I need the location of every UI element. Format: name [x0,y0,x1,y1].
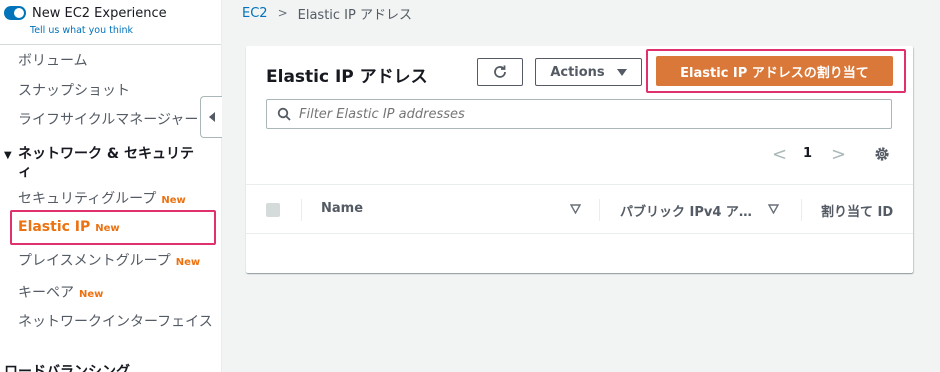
new-badge: New [161,195,186,206]
new-badge: New [79,289,104,300]
new-experience-toggle[interactable]: New EC2 Experience [4,4,167,22]
filter-input[interactable] [299,106,859,122]
chevron-right-icon[interactable]: > [831,144,846,165]
section-header-label: ネットワーク & セキュリティ [18,146,194,180]
sidebar-divider [0,44,221,45]
toggle-label: New EC2 Experience [32,5,167,21]
sidebar-item-key-pairs[interactable]: キーペア New [18,282,103,302]
table-header-row: Name パブリック IPv4 ア… 割り当て ID [246,184,913,234]
sidebar-item-network-interfaces[interactable]: ネットワークインターフェイス [18,311,213,331]
section-load-balancing[interactable]: ロードバランシング [4,361,130,372]
actions-label: Actions [550,64,605,80]
collapse-left-icon [208,112,215,122]
column-header-public-ipv4[interactable]: パブリック IPv4 ア… [620,201,752,220]
breadcrumb-ec2-link[interactable]: EC2 [242,6,268,21]
page-number[interactable]: 1 [803,146,812,161]
caret-down-icon [616,68,627,76]
column-divider [599,199,600,221]
caret-down-icon: ▼ [4,150,12,161]
sidebar-item-lifecycle-manager[interactable]: ライフサイクルマネージャー [18,109,198,129]
filter-field[interactable] [266,99,892,129]
sidebar: New EC2 Experience Tell us what you thin… [0,0,222,372]
sort-icon[interactable] [570,204,581,214]
chevron-right-icon: > [277,6,288,20]
new-badge: New [175,257,201,268]
sidebar-item-security-groups[interactable]: セキュリティグループ New [18,188,186,208]
collapse-sidebar-button[interactable] [200,96,222,138]
column-divider [801,199,802,221]
sidebar-item-volumes[interactable]: ボリューム [18,50,88,70]
refresh-icon [494,65,506,78]
sidebar-item-placement-groups[interactable]: プレイスメントグループ New [18,250,200,270]
chevron-left-icon[interactable]: < [772,144,787,165]
highlight-box [10,210,216,245]
refresh-button[interactable] [477,58,523,86]
section-network-security[interactable]: ▼ ネットワーク & セキュリティ [4,145,194,180]
column-header-name[interactable]: Name [321,201,363,216]
actions-button[interactable]: Actions [535,58,642,86]
breadcrumb-current: Elastic IP アドレス [297,7,412,23]
search-icon [277,107,291,121]
breadcrumb: EC2 > Elastic IP アドレス [242,4,412,23]
column-divider [301,199,302,221]
column-header-allocation-id[interactable]: 割り当て ID [821,201,893,220]
elastic-ip-panel: Elastic IP アドレス Actions Elastic IP アドレスの… [246,46,913,273]
page-title: Elastic IP アドレス [266,67,428,87]
feedback-link[interactable]: Tell us what you think [30,25,133,36]
gear-icon[interactable] [873,145,891,163]
sidebar-item-snapshots[interactable]: スナップショット [18,80,130,100]
sort-icon[interactable] [768,204,779,214]
select-all-checkbox[interactable] [266,203,280,217]
allocate-label: Elastic IP アドレスの割り当て [680,65,869,81]
toggle-switch-icon[interactable] [4,6,26,20]
allocate-elastic-ip-button[interactable]: Elastic IP アドレスの割り当て [656,56,893,86]
